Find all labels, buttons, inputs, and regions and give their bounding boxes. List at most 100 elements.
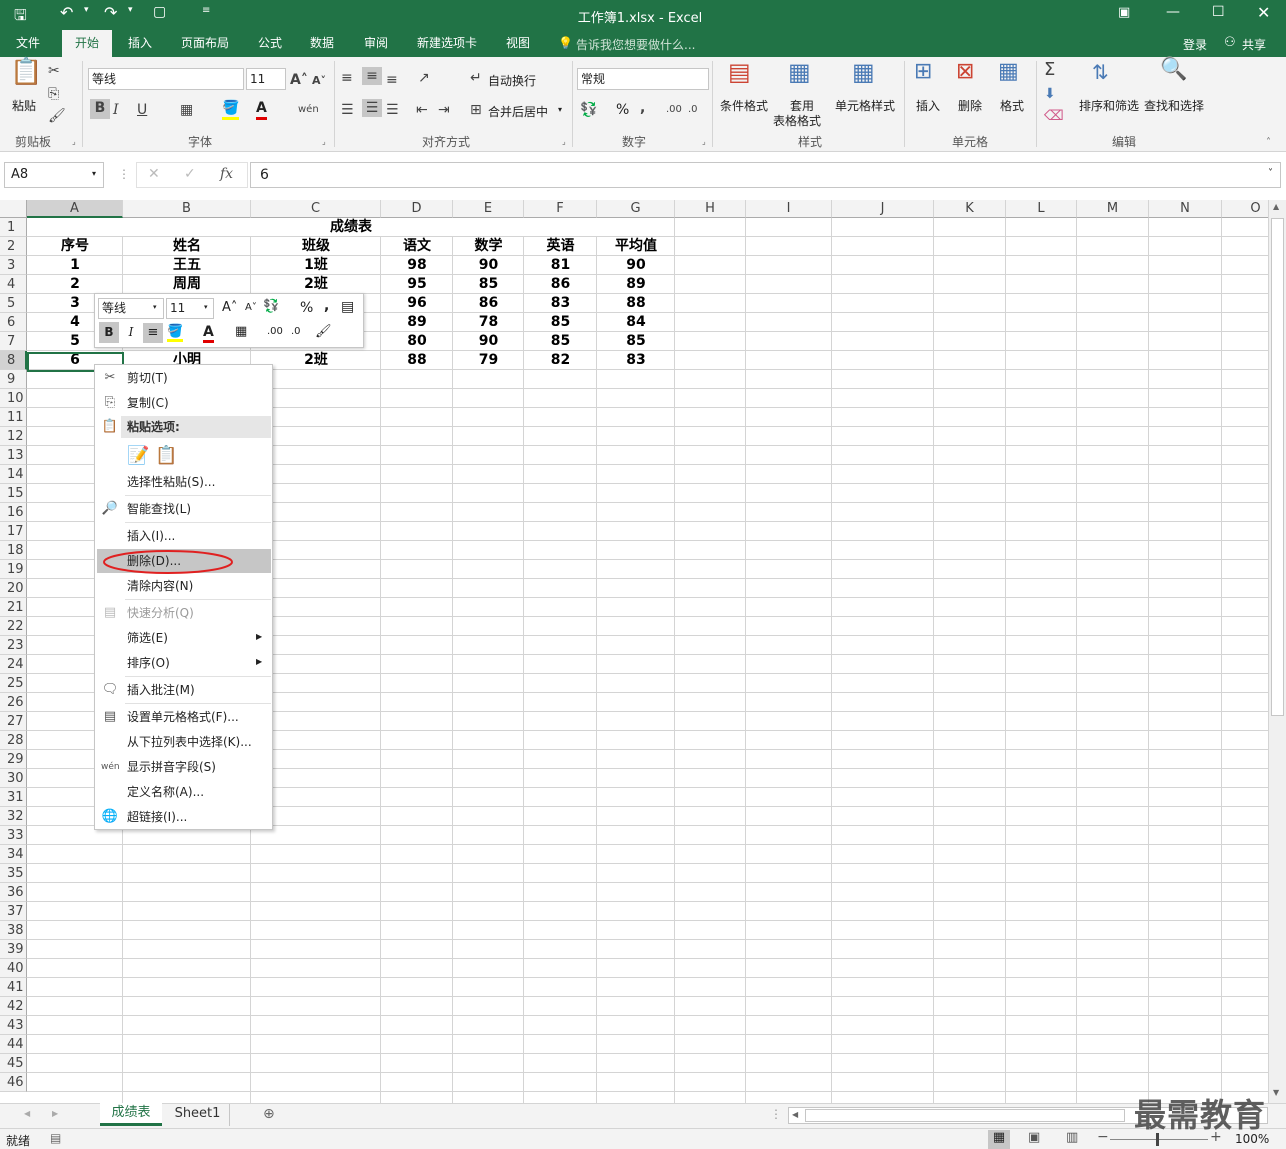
insert-cells-icon[interactable]: ⊞ <box>914 61 932 83</box>
table-cell[interactable]: 81 <box>524 256 597 275</box>
row-header[interactable]: 38 <box>0 921 27 940</box>
maximize-icon[interactable]: ☐ <box>1212 4 1225 20</box>
normal-view-icon[interactable]: ▦ <box>988 1130 1010 1149</box>
mini-percent-button[interactable]: % <box>300 300 313 316</box>
mini-accounting-icon[interactable]: 💱 <box>263 299 279 314</box>
prev-sheet-icon[interactable]: ◀ <box>24 1109 30 1118</box>
column-header[interactable]: A <box>27 200 123 218</box>
row-header[interactable]: 33 <box>0 826 27 845</box>
font-name-select[interactable]: 等线 <box>88 68 244 90</box>
tab-insert[interactable]: 插入 <box>118 30 162 57</box>
table-cell[interactable]: 79 <box>453 351 524 370</box>
page-layout-view-icon[interactable]: ▣ <box>1028 1130 1040 1145</box>
column-header[interactable]: F <box>524 200 597 218</box>
table-cell[interactable]: 80 <box>381 332 453 351</box>
zoom-out-icon[interactable]: − <box>1097 1129 1109 1145</box>
table-cell[interactable]: 78 <box>453 313 524 332</box>
paste-formatting-icon[interactable]: 📝 <box>127 445 149 466</box>
font-color-icon[interactable]: A <box>256 99 267 120</box>
table-cell[interactable]: 90 <box>453 332 524 351</box>
menu-sort[interactable]: 排序(O) <box>95 651 272 675</box>
table-cell[interactable]: 96 <box>381 294 453 313</box>
menu-filter[interactable]: 筛选(E) <box>95 626 272 650</box>
table-cell[interactable]: 班级 <box>251 237 381 256</box>
table-cell[interactable]: 82 <box>524 351 597 370</box>
merge-dropdown-icon[interactable]: ▾ <box>558 105 562 114</box>
format-cells-icon[interactable]: ▦ <box>998 61 1019 83</box>
row-header[interactable]: 3 <box>0 256 27 275</box>
column-header[interactable]: I <box>746 200 832 218</box>
column-header[interactable]: E <box>453 200 524 218</box>
conditional-format-icon[interactable]: ▤ <box>728 60 751 84</box>
scroll-thumb[interactable] <box>1271 218 1284 716</box>
close-icon[interactable]: ✕ <box>1257 3 1270 22</box>
table-cell[interactable]: 85 <box>453 275 524 294</box>
ribbon-display-icon[interactable]: ▣ <box>1118 5 1130 20</box>
column-header[interactable]: H <box>675 200 746 218</box>
row-header[interactable]: 20 <box>0 579 27 598</box>
row-header[interactable]: 18 <box>0 541 27 560</box>
column-header[interactable]: C <box>251 200 381 218</box>
scroll-down-icon[interactable]: ▼ <box>1273 1088 1279 1097</box>
tab-file[interactable]: 文件 <box>6 30 50 57</box>
table-cell[interactable]: 85 <box>597 332 675 351</box>
macro-record-icon[interactable]: ▤ <box>50 1131 61 1145</box>
percent-button[interactable]: % <box>616 102 629 118</box>
table-cell[interactable]: 88 <box>381 351 453 370</box>
row-header[interactable]: 45 <box>0 1054 27 1073</box>
page-break-view-icon[interactable]: ▥ <box>1066 1130 1078 1145</box>
tab-data[interactable]: 数据 <box>300 30 344 57</box>
table-cell[interactable]: 95 <box>381 275 453 294</box>
decrease-indent-icon[interactable]: ⇤ <box>416 101 428 119</box>
insert-cells-button[interactable]: 插入 <box>916 97 940 114</box>
column-header[interactable]: B <box>123 200 251 218</box>
number-launcher-icon[interactable]: ⌟ <box>702 137 706 146</box>
fill-icon[interactable]: ⬇ <box>1044 85 1056 103</box>
row-header[interactable]: 40 <box>0 959 27 978</box>
align-top-icon[interactable]: ≡ <box>341 69 353 87</box>
align-middle-icon[interactable]: ≡ <box>362 67 382 85</box>
menu-phonetic[interactable]: 显示拼音字段(S) <box>95 755 272 779</box>
row-header[interactable]: 34 <box>0 845 27 864</box>
format-painter-icon[interactable]: 🖌 <box>48 107 66 125</box>
table-cell[interactable]: 90 <box>597 256 675 275</box>
menu-format-cells[interactable]: 设置单元格格式(F)... <box>95 705 272 729</box>
row-header[interactable]: 46 <box>0 1073 27 1092</box>
wrap-text-button[interactable]: 自动换行 <box>488 72 536 89</box>
row-header[interactable]: 26 <box>0 693 27 712</box>
row-header[interactable]: 9 <box>0 370 27 389</box>
find-select-icon[interactable]: 🔍 <box>1160 59 1187 81</box>
phonetic-icon[interactable]: wén <box>298 101 319 119</box>
row-header[interactable]: 10 <box>0 389 27 408</box>
cancel-icon[interactable]: ✕ <box>148 166 160 182</box>
minimize-icon[interactable]: — <box>1166 4 1180 20</box>
merge-center-button[interactable]: 合并后居中 <box>488 103 548 120</box>
column-header[interactable]: L <box>1006 200 1077 218</box>
row-header[interactable]: 28 <box>0 731 27 750</box>
menu-insert-comment[interactable]: 插入批注(M) <box>95 678 272 702</box>
collapse-ribbon-icon[interactable]: ˄ <box>1266 137 1271 148</box>
align-right-icon[interactable]: ☰ <box>386 101 399 119</box>
formula-input[interactable]: 6 <box>250 162 1281 188</box>
clipboard-launcher-icon[interactable]: ⌟ <box>72 137 76 146</box>
customize-qat-icon[interactable]: ≡ <box>202 5 210 16</box>
align-center-icon[interactable]: ☰ <box>362 99 382 117</box>
menu-insert[interactable]: 插入(I)... <box>95 524 272 548</box>
hscroll-thumb[interactable] <box>805 1109 1125 1122</box>
row-header[interactable]: 19 <box>0 560 27 579</box>
autosum-icon[interactable]: Σ <box>1044 61 1055 79</box>
copy-icon[interactable]: ⎘ <box>48 85 59 103</box>
wrap-text-icon[interactable]: ↵ <box>470 69 482 87</box>
row-header[interactable]: 11 <box>0 408 27 427</box>
mini-format-painter-icon[interactable]: 🖌 <box>315 324 332 339</box>
mini-increase-decimal-icon[interactable]: .00 <box>267 326 283 337</box>
row-header[interactable]: 13 <box>0 446 27 465</box>
column-header[interactable]: K <box>934 200 1006 218</box>
column-header[interactable]: N <box>1149 200 1222 218</box>
row-header[interactable]: 14 <box>0 465 27 484</box>
table-cell[interactable]: 84 <box>597 313 675 332</box>
select-all-corner[interactable] <box>0 200 27 218</box>
menu-define-name[interactable]: 定义名称(A)... <box>95 780 272 804</box>
menu-hyperlink[interactable]: 超链接(I)... <box>95 805 272 829</box>
tab-home[interactable]: 开始 <box>62 30 112 57</box>
